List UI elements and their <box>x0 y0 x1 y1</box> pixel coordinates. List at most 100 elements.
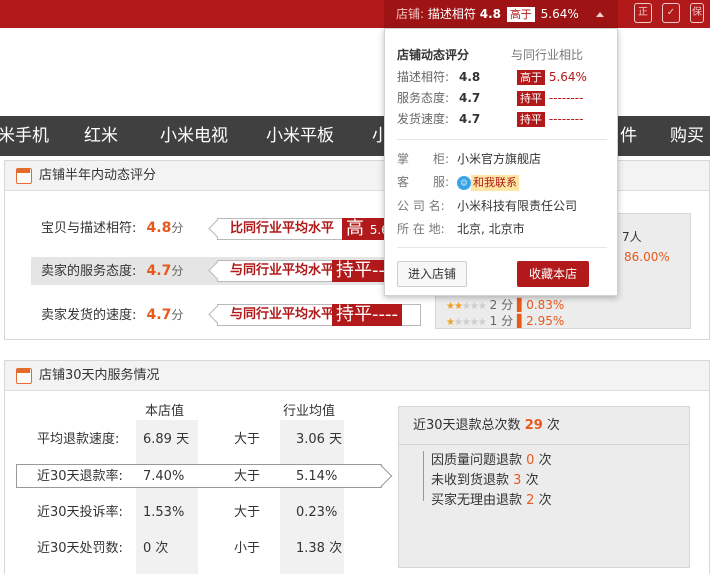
ribbon-big-text: 持平 <box>336 260 372 281</box>
dist-pct: 0.83% <box>526 298 565 312</box>
service-industry-value: 3.06 天 <box>296 432 343 447</box>
nav-item-parts[interactable]: 件 <box>620 116 637 156</box>
popup-compare-title: 与同行业相比 <box>511 48 584 62</box>
info-value: 小米官方旗舰店 <box>457 152 542 166</box>
rating-unit: 分 <box>171 264 184 278</box>
service-store-value: 1.53% <box>143 505 185 520</box>
rating-label: 卖家发货的速度: <box>41 308 137 323</box>
contact-link[interactable]: ☺ 和我联系 <box>457 174 519 191</box>
ribbon-pct: ---- <box>372 304 398 325</box>
dist-pct: 2.95% <box>526 314 565 328</box>
info-value: 北京, 北京市 <box>457 222 525 236</box>
refund-title: 近30天退款总次数 <box>413 418 521 433</box>
summary-compare: 高于 <box>506 7 535 22</box>
service-label: 近30天投诉率: <box>37 505 123 520</box>
col-store-header: 本店值 <box>145 404 185 419</box>
service-compare: 小于 <box>234 541 261 556</box>
rating-label: 卖家的服务态度: <box>41 264 137 279</box>
service-store-value: 7.40% <box>143 469 185 484</box>
rating-row-shipping: 卖家发货的速度: 4.7分 <box>41 301 183 329</box>
popup-row-label: 服务态度: <box>397 91 450 105</box>
favorite-shop-button[interactable]: 收藏本店 <box>517 261 589 287</box>
service-panel-title: 店铺30天内服务情况 <box>39 368 160 383</box>
dist-score: 1 分 <box>489 314 514 328</box>
dist-score: 2 分 <box>489 298 514 312</box>
summary-score: 4.8 <box>479 7 501 21</box>
dist-row-1: ★★★★★ 1 分 ▌2.95% <box>446 314 565 328</box>
compare-ribbon-service: 与同行业平均水平 持平-- <box>217 260 397 282</box>
popup-row-label: 描述相符: <box>397 70 450 84</box>
stars-icon: ★★★★★ <box>446 317 487 328</box>
rating-score: 4.7 <box>146 307 172 323</box>
chat-icon: ☺ <box>457 175 471 190</box>
refund-item-not-received: 未收到货退款 3 次 <box>431 473 539 488</box>
summary-percent: 5.64% <box>540 7 579 21</box>
service-industry-value: 5.14% <box>296 469 338 484</box>
ribbon-big-text: 持平 <box>336 304 372 325</box>
ribbon-text: 比同行业平均水平 <box>230 221 335 236</box>
shop-info-popup: 店铺动态评分 与同行业相比 描述相符: 4.8 高于 5.64% 服务态度: 4… <box>384 28 618 296</box>
dist-row-2: ★★★★★ 2 分 ▌0.83% <box>446 298 565 312</box>
info-label: 掌 柜: <box>397 152 450 166</box>
col-industry-header: 行业均值 <box>283 404 336 419</box>
service-store-value: 0 次 <box>143 541 169 556</box>
ribbon-badge: 持平---- <box>332 304 402 326</box>
top-bar: 店铺: 描述相符 4.8 高于 5.64% 正 ✓ 保 <box>0 0 710 28</box>
refund-total: 29 <box>524 418 543 433</box>
service-label: 近30天处罚数: <box>37 541 123 556</box>
popup-row-label: 发货速度: <box>397 112 450 126</box>
service-label: 近30天退款率: <box>37 469 123 484</box>
popup-title: 店铺动态评分 <box>397 48 470 62</box>
ribbon-big-text: 高 <box>346 218 364 239</box>
rating-panel-title: 店铺半年内动态评分 <box>39 168 157 183</box>
info-label: 公 司 名: <box>397 199 445 213</box>
popup-row-score: 4.8 <box>459 70 481 84</box>
refund-summary: 近30天退款总次数 29 次 因质量问题退款 0 次 未收到货退款 3 次 买家… <box>398 406 690 568</box>
rating-score: 4.8 <box>146 220 172 236</box>
collapse-arrow-icon[interactable] <box>596 12 604 17</box>
calendar-icon <box>16 368 32 384</box>
divider <box>397 247 607 248</box>
refund-item-no-reason: 买家无理由退款 2 次 <box>431 493 552 508</box>
popup-row-compare: 高于 5.64% <box>517 69 587 85</box>
service-compare: 大于 <box>234 432 261 447</box>
ribbon-text: 与同行业平均水平 <box>230 263 335 278</box>
popup-row-score: 4.7 <box>459 112 481 126</box>
tree-line <box>423 451 424 501</box>
refund-item-quality: 因质量问题退款 0 次 <box>431 453 552 468</box>
nav-item-redmi[interactable]: 红米 <box>84 116 118 156</box>
compare-ribbon-description: 比同行业平均水平 高 5.6 <box>217 218 397 240</box>
summary-label: 店铺: <box>396 7 425 21</box>
popup-row-score: 4.7 <box>459 91 481 105</box>
shop-rating-summary[interactable]: 店铺: 描述相符 4.8 高于 5.64% <box>384 0 618 28</box>
info-label: 客 服: <box>397 175 450 189</box>
nav-item-tv[interactable]: 小米电视 <box>160 116 228 156</box>
calendar-icon <box>16 168 32 184</box>
rating-label: 宝贝与描述相符: <box>41 221 137 236</box>
ribbon-text: 与同行业平均水平 <box>230 307 335 322</box>
nav-item-phone[interactable]: 米手机 <box>0 116 49 156</box>
rater-count: 7人 <box>622 230 642 244</box>
nav-item-pad[interactable]: 小米平板 <box>266 116 334 156</box>
check-badge-icon[interactable]: ✓ <box>662 3 680 23</box>
service-industry-value: 0.23% <box>296 505 338 520</box>
popup-row-compare: 持平 -------- <box>517 111 583 127</box>
info-label: 所 在 地: <box>397 222 445 236</box>
top-score-pct: 86.00% <box>624 250 670 264</box>
certificate-icon[interactable]: 正 <box>634 3 652 23</box>
divider <box>397 139 607 140</box>
compare-ribbon-shipping: 与同行业平均水平 持平---- <box>217 304 421 326</box>
service-compare: 大于 <box>234 505 261 520</box>
summary-metric: 描述相符 <box>427 7 476 21</box>
service-label: 平均退款速度: <box>37 432 120 447</box>
badge-icon[interactable]: 保 <box>690 3 704 23</box>
rating-row-description: 宝贝与描述相符: 4.8分 <box>41 214 183 242</box>
rating-row-service: 卖家的服务态度: 4.7分 <box>41 257 183 285</box>
service-panel-header: 店铺30天内服务情况 <box>5 361 709 391</box>
info-value: 小米科技有限责任公司 <box>457 199 578 213</box>
enter-shop-button[interactable]: 进入店铺 <box>397 261 467 287</box>
service-store-value: 6.89 天 <box>143 432 190 447</box>
ribbon-badge: 持平-- <box>332 260 389 282</box>
rating-unit: 分 <box>171 221 184 235</box>
popup-row-compare: 持平 -------- <box>517 90 583 106</box>
